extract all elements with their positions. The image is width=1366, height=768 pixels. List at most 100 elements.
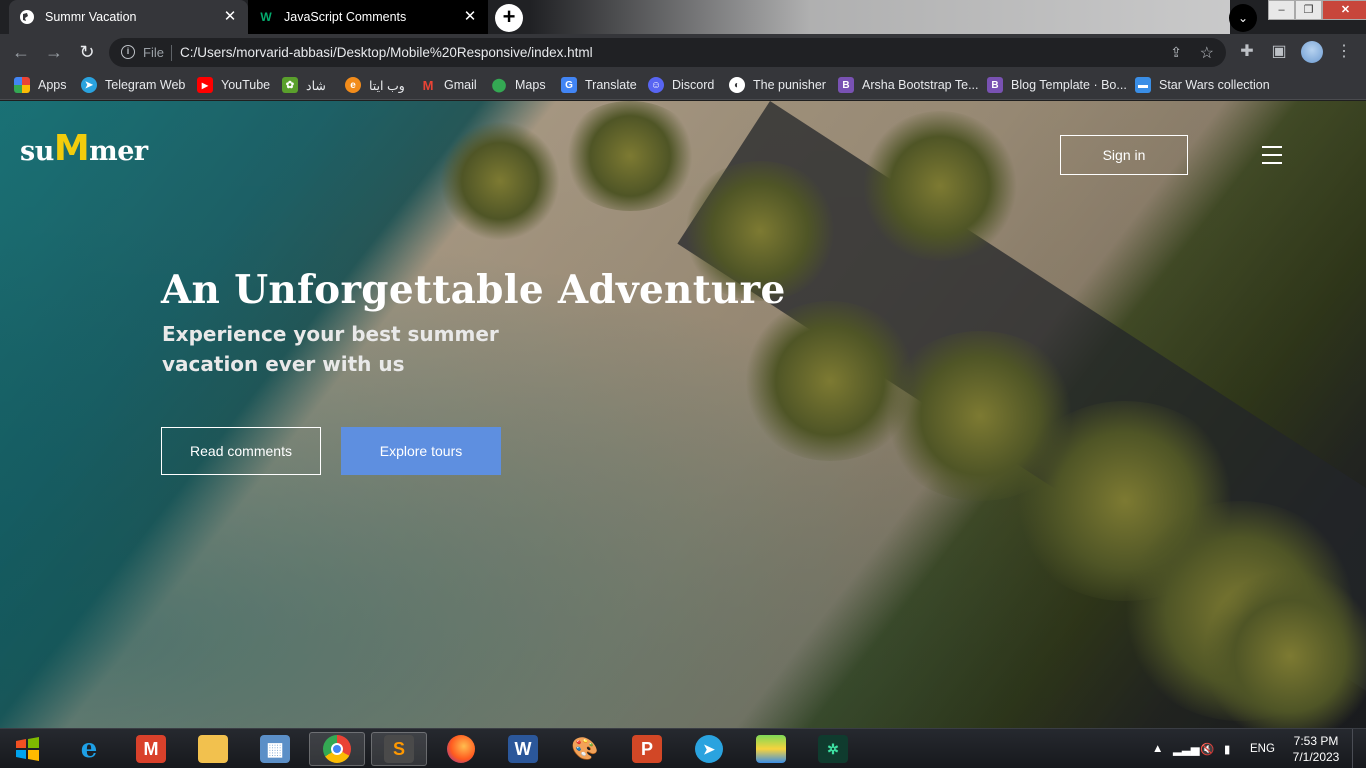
bootstrap-icon: B <box>987 77 1003 93</box>
bookmark-gmail[interactable]: M Gmail <box>420 76 477 94</box>
read-comments-button[interactable]: Read comments <box>161 427 321 475</box>
shad-icon: ✿ <box>282 77 298 93</box>
bookmark-blog-template[interactable]: B Blog Template · Bo... <box>987 76 1127 94</box>
hamburger-menu-icon[interactable] <box>1262 146 1282 164</box>
m-app-icon[interactable]: M <box>123 732 179 766</box>
discord-icon: ☺ <box>648 77 664 93</box>
sign-in-button[interactable]: Sign in <box>1060 135 1188 175</box>
volume-muted-icon[interactable]: 🔇 <box>1200 729 1214 768</box>
chrome-icon[interactable] <box>309 732 365 766</box>
info-icon[interactable]: i <box>121 45 135 59</box>
close-icon[interactable]: ✕ <box>222 9 238 25</box>
word-icon[interactable]: W <box>495 732 551 766</box>
bookmark-discord[interactable]: ☺ Discord <box>648 76 714 94</box>
eitaa-icon: e <box>345 77 361 93</box>
close-icon[interactable]: ✕ <box>462 9 478 25</box>
show-hidden-icons[interactable]: ▲ <box>1152 729 1163 768</box>
bookmark-star-wars[interactable]: ▬ Star Wars collection <box>1135 76 1270 94</box>
side-panel-icon[interactable]: ▣ <box>1269 42 1289 62</box>
divider <box>171 45 172 61</box>
bookmark-shad[interactable]: ✿ شاد <box>282 76 326 94</box>
control-panel-icon[interactable]: ▦ <box>247 732 303 766</box>
telegram-icon: ➤ <box>81 77 97 93</box>
tab-summr-vacation[interactable]: Summr Vacation ✕ <box>9 0 248 34</box>
bookmarks-bar: Apps ➤ Telegram Web ▶ YouTube ✿ شاد e وب… <box>0 70 1366 100</box>
window-close-button[interactable]: ✕ <box>1322 0 1366 20</box>
bookmark-label: Discord <box>672 78 715 92</box>
bookmark-label: The punisher <box>753 78 826 92</box>
extensions-icon[interactable]: ✚ <box>1237 42 1257 62</box>
sublime-text-icon[interactable]: S <box>371 732 427 766</box>
firefox-icon[interactable] <box>433 732 489 766</box>
url-text[interactable]: C:/Users/morvarid-abbasi/Desktop/Mobile%… <box>180 45 593 60</box>
site-logo[interactable]: suMmer <box>20 128 148 169</box>
forward-icon[interactable]: → <box>42 40 66 64</box>
clock-time: 7:53 PM <box>1293 734 1339 748</box>
apps-grid-icon <box>14 77 30 93</box>
tab-title: Summr Vacation <box>45 10 137 24</box>
language-indicator[interactable]: ENG <box>1250 729 1275 768</box>
gmail-icon: M <box>422 77 434 93</box>
logo-accent-letter: M <box>53 128 90 169</box>
bookmark-telegram-web[interactable]: ➤ Telegram Web <box>81 76 185 94</box>
tab-search-button[interactable]: ⌄ <box>1229 4 1257 32</box>
logo-text: su <box>20 136 54 167</box>
internet-explorer-icon[interactable]: e <box>61 732 117 766</box>
file-explorer-icon[interactable] <box>185 732 241 766</box>
hero-subtitle: Experience your best summer vacation eve… <box>162 322 499 376</box>
tab-strip: Summr Vacation ✕ W JavaScript Comments ✕… <box>0 0 1366 34</box>
hero-title: An Unforgettable Adventure <box>161 267 786 313</box>
hero-section: suMmer Sign in An Unforgettable Adventur… <box>0 101 1366 728</box>
telegram-icon[interactable]: ➤ <box>681 732 737 766</box>
explore-tours-button[interactable]: Explore tours <box>341 427 501 475</box>
reload-icon[interactable]: ↻ <box>75 40 99 64</box>
back-icon[interactable]: ← <box>9 40 33 64</box>
new-tab-button[interactable]: + <box>495 4 523 32</box>
bookmark-apps[interactable]: Apps <box>14 76 67 94</box>
bookmark-label: Blog Template · Bo... <box>1011 78 1127 92</box>
bookmark-label: شاد <box>306 78 326 93</box>
bookmark-label: وب ایتا <box>369 78 405 93</box>
palm-tree-decoration <box>440 121 560 241</box>
menu-kebab-icon[interactable]: ⋮ <box>1334 42 1354 62</box>
window-controls: – ❐ ✕ <box>1268 0 1366 20</box>
youtube-icon: ▶ <box>197 77 213 93</box>
star-icon[interactable]: ☆ <box>1200 43 1214 63</box>
browser-toolbar: ← → ↻ i File C:/Users/morvarid-abbasi/De… <box>0 34 1366 70</box>
bookmark-arsha[interactable]: B Arsha Bootstrap Te... <box>838 76 979 94</box>
profile-avatar[interactable] <box>1301 41 1323 63</box>
scheme-label: File <box>143 45 164 60</box>
bookmark-translate[interactable]: G Translate <box>561 76 637 94</box>
bookmark-label: Maps <box>515 78 546 92</box>
windows-start-icon[interactable] <box>8 733 48 765</box>
network-signal-icon[interactable]: ▂▃▅ <box>1173 729 1200 768</box>
bookmark-eitaa[interactable]: e وب ایتا <box>345 76 405 94</box>
bookmark-label: Telegram Web <box>105 78 186 92</box>
globe-icon <box>19 9 35 25</box>
powerpoint-icon[interactable]: P <box>619 732 675 766</box>
maps-icon: ⬤ <box>491 77 507 92</box>
bluestacks-icon[interactable] <box>743 732 799 766</box>
paint-icon[interactable]: 🎨 <box>557 732 613 766</box>
tab-javascript-comments[interactable]: W JavaScript Comments ✕ <box>248 0 488 34</box>
palm-tree-decoration <box>560 101 700 211</box>
system-clock[interactable]: 7:53 PM 7/1/2023 <box>1290 733 1342 765</box>
bookmark-label: YouTube <box>221 78 271 92</box>
minimize-button[interactable]: – <box>1268 0 1295 20</box>
bookmark-youtube[interactable]: ▶ YouTube <box>197 76 270 94</box>
battery-icon[interactable]: ▮ <box>1224 729 1230 768</box>
address-bar[interactable]: i File C:/Users/morvarid-abbasi/Desktop/… <box>109 38 1226 67</box>
bootstrap-icon: B <box>838 77 854 93</box>
bookmark-maps[interactable]: ⬤ Maps <box>491 76 546 94</box>
logo-text: mer <box>89 136 148 167</box>
clock-date: 7/1/2023 <box>1292 750 1340 764</box>
globe-icon: ◐ <box>729 77 745 93</box>
show-desktop-button[interactable] <box>1352 729 1366 768</box>
bookmark-the-punisher[interactable]: ◐ The punisher <box>729 76 826 94</box>
maximize-button[interactable]: ❐ <box>1295 0 1322 20</box>
palm-tree-decoration <box>860 111 1020 261</box>
share-icon[interactable]: ⇪ <box>1170 44 1182 61</box>
bookmark-label: Gmail <box>444 78 477 92</box>
sound-app-icon[interactable]: ✲ <box>805 732 861 766</box>
w3-icon: W <box>260 10 272 24</box>
